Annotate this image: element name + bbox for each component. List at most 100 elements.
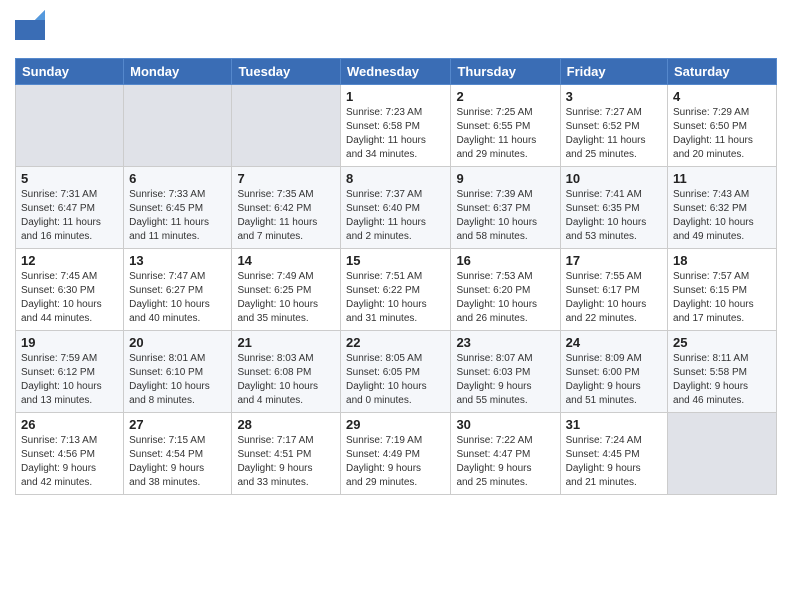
day-detail: Sunrise: 7:29 AM Sunset: 6:50 PM Dayligh…: [673, 106, 771, 162]
calendar-cell: 15Sunrise: 7:51 AM Sunset: 6:22 PM Dayli…: [341, 249, 451, 331]
weekday-header-saturday: Saturday: [668, 59, 777, 85]
day-number: 2: [456, 89, 554, 104]
calendar-cell: 26 Sunrise: 7:13 AM Sunset: 4:56 PM Dayli…: [16, 413, 124, 495]
day-number: 17: [566, 253, 662, 268]
calendar-cell: 20Sunrise: 8:01 AM Sunset: 6:10 PM Dayli…: [124, 331, 232, 413]
header: [15, 10, 777, 50]
calendar-cell: [16, 85, 124, 167]
calendar-cell: 12 Sunrise: 7:45 AM Sunset: 6:30 PM Dayli…: [16, 249, 124, 331]
calendar-cell: 17 Sunrise: 7:55 AM Sunset: 6:17 PM Dayli…: [560, 249, 667, 331]
weekday-header-thursday: Thursday: [451, 59, 560, 85]
day-detail: Sunrise: 7:55 AM Sunset: 6:17 PM Dayligh…: [566, 270, 662, 326]
calendar-cell: 2Sunrise: 7:25 AM Sunset: 6:55 PM Daylig…: [451, 85, 560, 167]
day-detail: Sunrise: 7:43 AM Sunset: 6:32 PM Dayligh…: [673, 188, 771, 244]
calendar-cell: 8Sunrise: 7:37 AM Sunset: 6:40 PM Daylig…: [341, 167, 451, 249]
calendar-cell: 29 Sunrise: 7:19 AM Sunset: 4:49 PM Dayli…: [341, 413, 451, 495]
day-number: 4: [673, 89, 771, 104]
day-detail: Sunrise: 7:45 AM Sunset: 6:30 PM Dayligh…: [21, 270, 118, 326]
day-detail: Sunrise: 7:37 AM Sunset: 6:40 PM Dayligh…: [346, 188, 445, 244]
calendar-cell: 21 Sunrise: 8:03 AM Sunset: 6:08 PM Dayli…: [232, 331, 341, 413]
weekday-header-wednesday: Wednesday: [341, 59, 451, 85]
calendar-cell: 30 Sunrise: 7:22 AM Sunset: 4:47 PM Dayli…: [451, 413, 560, 495]
logo-icon: [15, 10, 45, 50]
day-detail: Sunrise: 8:09 AM Sunset: 6:00 PM Dayligh…: [566, 352, 662, 408]
calendar-cell: 1 Sunrise: 7:23 AM Sunset: 6:58 PM Daylig…: [341, 85, 451, 167]
calendar-cell: 23 Sunrise: 8:07 AM Sunset: 6:03 PM Dayli…: [451, 331, 560, 413]
calendar-cell: [232, 85, 341, 167]
day-detail: Sunrise: 8:03 AM Sunset: 6:08 PM Dayligh…: [237, 352, 335, 408]
day-detail: Sunrise: 8:11 AM Sunset: 5:58 PM Dayligh…: [673, 352, 771, 408]
day-detail: Sunrise: 8:07 AM Sunset: 6:03 PM Dayligh…: [456, 352, 554, 408]
day-number: 31: [566, 417, 662, 432]
calendar-cell: 7Sunrise: 7:35 AM Sunset: 6:42 PM Daylig…: [232, 167, 341, 249]
calendar-cell: 13Sunrise: 7:47 AM Sunset: 6:27 PM Dayli…: [124, 249, 232, 331]
day-detail: Sunrise: 7:35 AM Sunset: 6:42 PM Dayligh…: [237, 188, 335, 244]
day-number: 28: [237, 417, 335, 432]
calendar-cell: 28 Sunrise: 7:17 AM Sunset: 4:51 PM Dayli…: [232, 413, 341, 495]
calendar-cell: 9 Sunrise: 7:39 AM Sunset: 6:37 PM Daylig…: [451, 167, 560, 249]
weekday-header-row: SundayMondayTuesdayWednesdayThursdayFrid…: [16, 59, 777, 85]
day-detail: Sunrise: 7:59 AM Sunset: 6:12 PM Dayligh…: [21, 352, 118, 408]
day-number: 18: [673, 253, 771, 268]
day-detail: Sunrise: 7:24 AM Sunset: 4:45 PM Dayligh…: [566, 434, 662, 490]
day-number: 13: [129, 253, 226, 268]
calendar-cell: 24 Sunrise: 8:09 AM Sunset: 6:00 PM Dayli…: [560, 331, 667, 413]
calendar-cell: 4 Sunrise: 7:29 AM Sunset: 6:50 PM Daylig…: [668, 85, 777, 167]
day-number: 29: [346, 417, 445, 432]
day-number: 6: [129, 171, 226, 186]
day-number: 25: [673, 335, 771, 350]
day-detail: Sunrise: 7:23 AM Sunset: 6:58 PM Dayligh…: [346, 106, 445, 162]
day-number: 27: [129, 417, 226, 432]
day-number: 19: [21, 335, 118, 350]
day-detail: Sunrise: 7:41 AM Sunset: 6:35 PM Dayligh…: [566, 188, 662, 244]
day-number: 21: [237, 335, 335, 350]
calendar-cell: 27Sunrise: 7:15 AM Sunset: 4:54 PM Dayli…: [124, 413, 232, 495]
day-detail: Sunrise: 7:19 AM Sunset: 4:49 PM Dayligh…: [346, 434, 445, 490]
day-number: 16: [456, 253, 554, 268]
day-number: 5: [21, 171, 118, 186]
weekday-header-friday: Friday: [560, 59, 667, 85]
calendar-cell: 19 Sunrise: 7:59 AM Sunset: 6:12 PM Dayli…: [16, 331, 124, 413]
day-number: 26: [21, 417, 118, 432]
calendar-week-row: 12 Sunrise: 7:45 AM Sunset: 6:30 PM Dayli…: [16, 249, 777, 331]
day-number: 24: [566, 335, 662, 350]
logo: [15, 10, 49, 50]
day-number: 23: [456, 335, 554, 350]
day-number: 14: [237, 253, 335, 268]
calendar-cell: [668, 413, 777, 495]
day-number: 12: [21, 253, 118, 268]
day-detail: Sunrise: 7:57 AM Sunset: 6:15 PM Dayligh…: [673, 270, 771, 326]
day-number: 1: [346, 89, 445, 104]
calendar-cell: 3 Sunrise: 7:27 AM Sunset: 6:52 PM Daylig…: [560, 85, 667, 167]
calendar-cell: [124, 85, 232, 167]
calendar-cell: 6 Sunrise: 7:33 AM Sunset: 6:45 PM Daylig…: [124, 167, 232, 249]
day-detail: Sunrise: 7:13 AM Sunset: 4:56 PM Dayligh…: [21, 434, 118, 490]
day-number: 15: [346, 253, 445, 268]
day-number: 9: [456, 171, 554, 186]
day-number: 22: [346, 335, 445, 350]
calendar-cell: 5 Sunrise: 7:31 AM Sunset: 6:47 PM Daylig…: [16, 167, 124, 249]
day-detail: Sunrise: 7:39 AM Sunset: 6:37 PM Dayligh…: [456, 188, 554, 244]
calendar-cell: 11 Sunrise: 7:43 AM Sunset: 6:32 PM Dayli…: [668, 167, 777, 249]
day-detail: Sunrise: 7:49 AM Sunset: 6:25 PM Dayligh…: [237, 270, 335, 326]
day-number: 20: [129, 335, 226, 350]
day-detail: Sunrise: 7:22 AM Sunset: 4:47 PM Dayligh…: [456, 434, 554, 490]
calendar-cell: 10 Sunrise: 7:41 AM Sunset: 6:35 PM Dayli…: [560, 167, 667, 249]
day-detail: Sunrise: 7:17 AM Sunset: 4:51 PM Dayligh…: [237, 434, 335, 490]
calendar-cell: 25 Sunrise: 8:11 AM Sunset: 5:58 PM Dayli…: [668, 331, 777, 413]
page: SundayMondayTuesdayWednesdayThursdayFrid…: [0, 0, 792, 612]
calendar-cell: 31 Sunrise: 7:24 AM Sunset: 4:45 PM Dayli…: [560, 413, 667, 495]
day-detail: Sunrise: 7:27 AM Sunset: 6:52 PM Dayligh…: [566, 106, 662, 162]
day-number: 11: [673, 171, 771, 186]
calendar: SundayMondayTuesdayWednesdayThursdayFrid…: [15, 58, 777, 495]
day-detail: Sunrise: 7:31 AM Sunset: 6:47 PM Dayligh…: [21, 188, 118, 244]
day-detail: Sunrise: 8:05 AM Sunset: 6:05 PM Dayligh…: [346, 352, 445, 408]
day-number: 30: [456, 417, 554, 432]
day-number: 3: [566, 89, 662, 104]
calendar-week-row: 5 Sunrise: 7:31 AM Sunset: 6:47 PM Daylig…: [16, 167, 777, 249]
day-number: 10: [566, 171, 662, 186]
weekday-header-sunday: Sunday: [16, 59, 124, 85]
calendar-cell: 16Sunrise: 7:53 AM Sunset: 6:20 PM Dayli…: [451, 249, 560, 331]
weekday-header-tuesday: Tuesday: [232, 59, 341, 85]
day-detail: Sunrise: 7:33 AM Sunset: 6:45 PM Dayligh…: [129, 188, 226, 244]
